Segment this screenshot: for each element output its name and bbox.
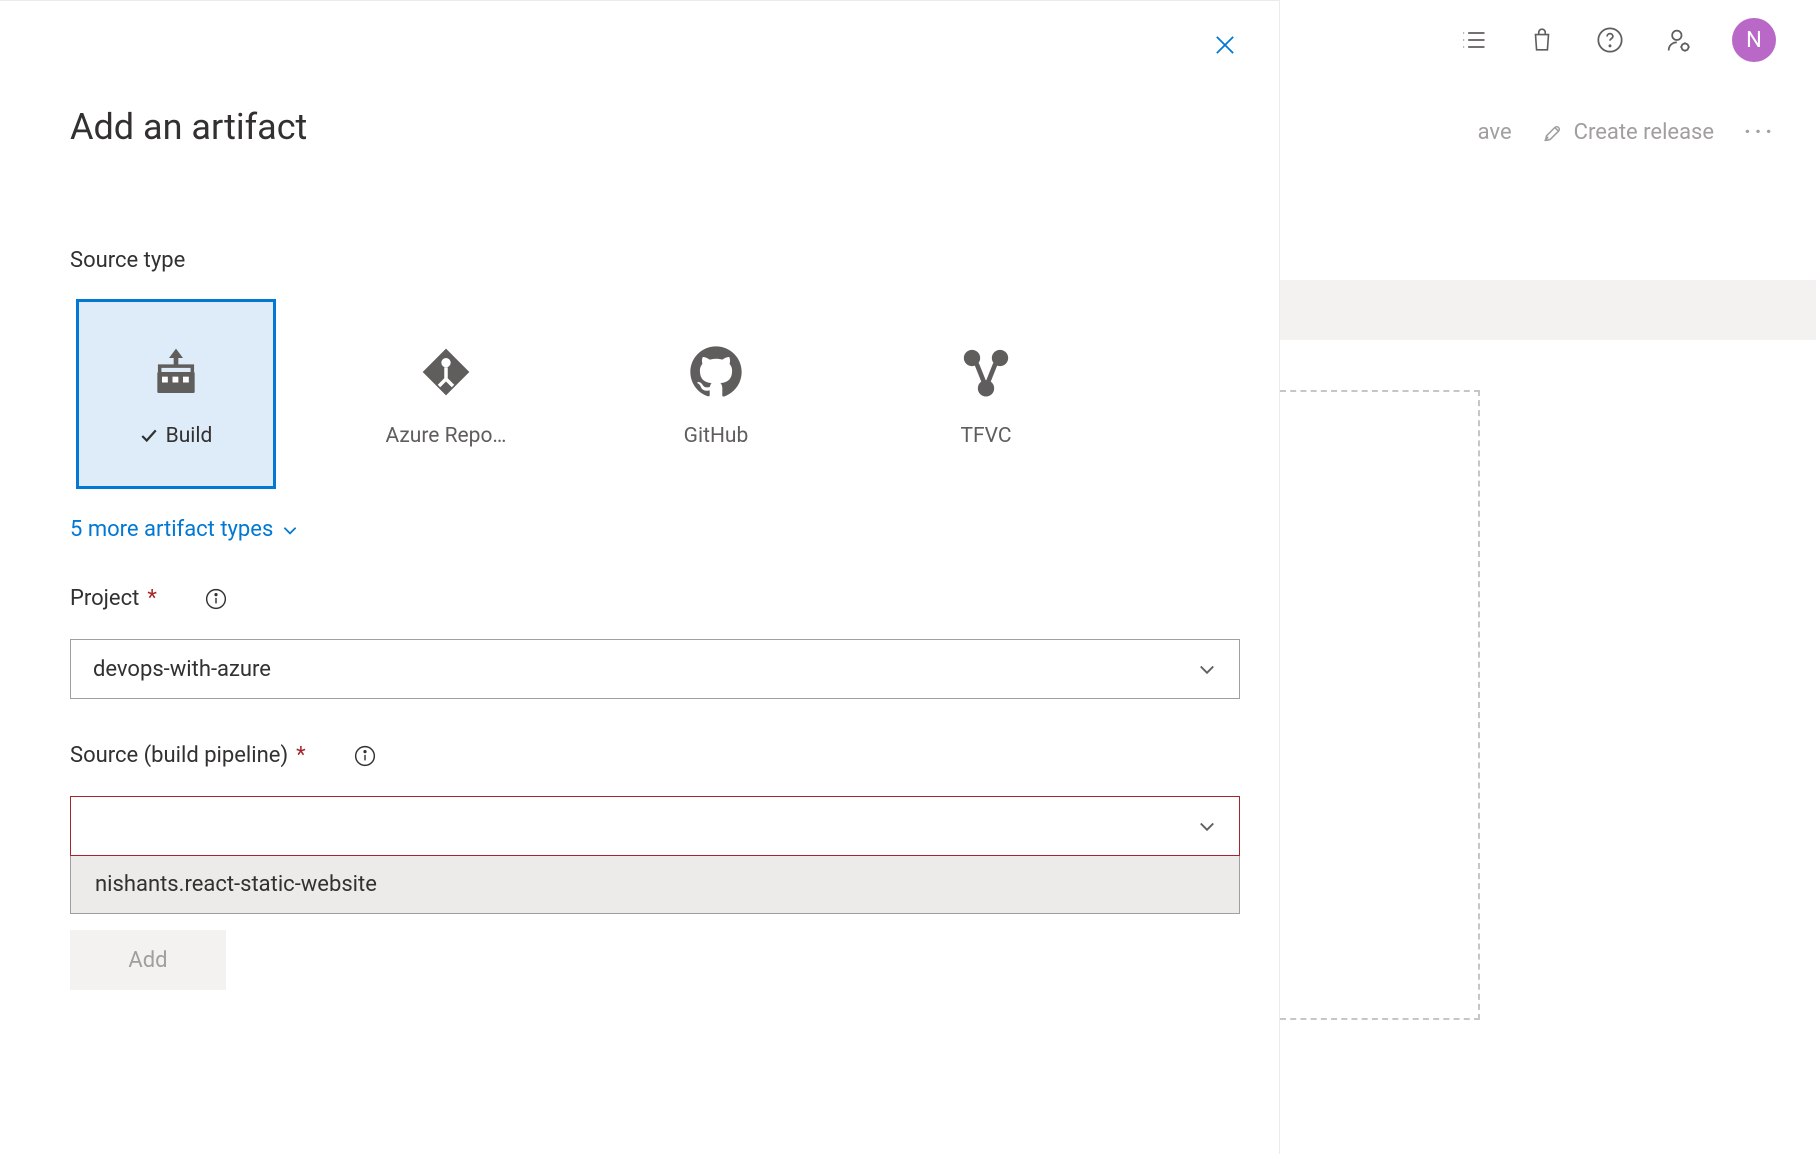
source-tile-azure-repos[interactable]: Azure Repo… bbox=[346, 299, 546, 489]
required-asterisk: * bbox=[296, 743, 305, 768]
info-icon[interactable] bbox=[205, 588, 227, 610]
github-icon bbox=[684, 340, 748, 404]
source-pipeline-option[interactable]: nishants.react-static-website bbox=[71, 856, 1239, 913]
project-dropdown[interactable]: devops-with-azure bbox=[70, 639, 1240, 699]
source-tile-github[interactable]: GitHub bbox=[616, 299, 816, 489]
create-release-label: Create release bbox=[1574, 120, 1714, 145]
project-dropdown-value: devops-with-azure bbox=[93, 657, 271, 682]
add-artifact-panel: Add an artifact Source type Build Azure … bbox=[0, 0, 1280, 1154]
chevron-down-icon bbox=[1197, 816, 1217, 836]
source-pipeline-options: nishants.react-static-website bbox=[70, 856, 1240, 914]
close-button[interactable] bbox=[1211, 31, 1239, 59]
more-artifact-types-link[interactable]: 5 more artifact types bbox=[70, 517, 1279, 542]
user-settings-icon[interactable] bbox=[1664, 26, 1692, 54]
source-tile-build[interactable]: Build bbox=[76, 299, 276, 489]
more-actions-icon[interactable]: ··· bbox=[1744, 120, 1776, 145]
dashed-placeholder bbox=[1280, 390, 1480, 1020]
tfvc-label: TFVC bbox=[960, 424, 1011, 448]
source-pipeline-dropdown[interactable] bbox=[70, 796, 1240, 856]
github-label: GitHub bbox=[684, 424, 749, 448]
project-field-label: Project * bbox=[70, 586, 1279, 611]
info-icon[interactable] bbox=[354, 745, 376, 767]
required-asterisk: * bbox=[147, 586, 156, 611]
add-button[interactable]: Add bbox=[70, 930, 226, 990]
source-type-label: Source type bbox=[70, 248, 1279, 273]
avatar[interactable]: N bbox=[1732, 18, 1776, 62]
tfvc-icon bbox=[954, 340, 1018, 404]
source-pipeline-field-label: Source (build pipeline) * bbox=[70, 743, 1279, 768]
chevron-down-icon bbox=[1197, 659, 1217, 679]
build-tile-label: Build bbox=[140, 424, 213, 448]
source-type-tiles: Build Azure Repo… GitHub TFVC bbox=[76, 299, 1279, 489]
toolbar-actions: ave Create release ··· bbox=[1478, 120, 1776, 145]
panel-title: Add an artifact bbox=[70, 106, 1279, 148]
azure-repos-icon bbox=[414, 340, 478, 404]
build-icon bbox=[144, 340, 208, 404]
create-release-action[interactable]: Create release bbox=[1542, 120, 1714, 145]
gray-band-bg bbox=[1280, 280, 1816, 340]
help-icon[interactable] bbox=[1596, 26, 1624, 54]
source-tile-tfvc[interactable]: TFVC bbox=[886, 299, 1086, 489]
bag-icon[interactable] bbox=[1528, 26, 1556, 54]
azure-repos-label: Azure Repo… bbox=[386, 424, 507, 448]
list-icon[interactable] bbox=[1460, 26, 1488, 54]
save-action-partial: ave bbox=[1478, 120, 1512, 145]
